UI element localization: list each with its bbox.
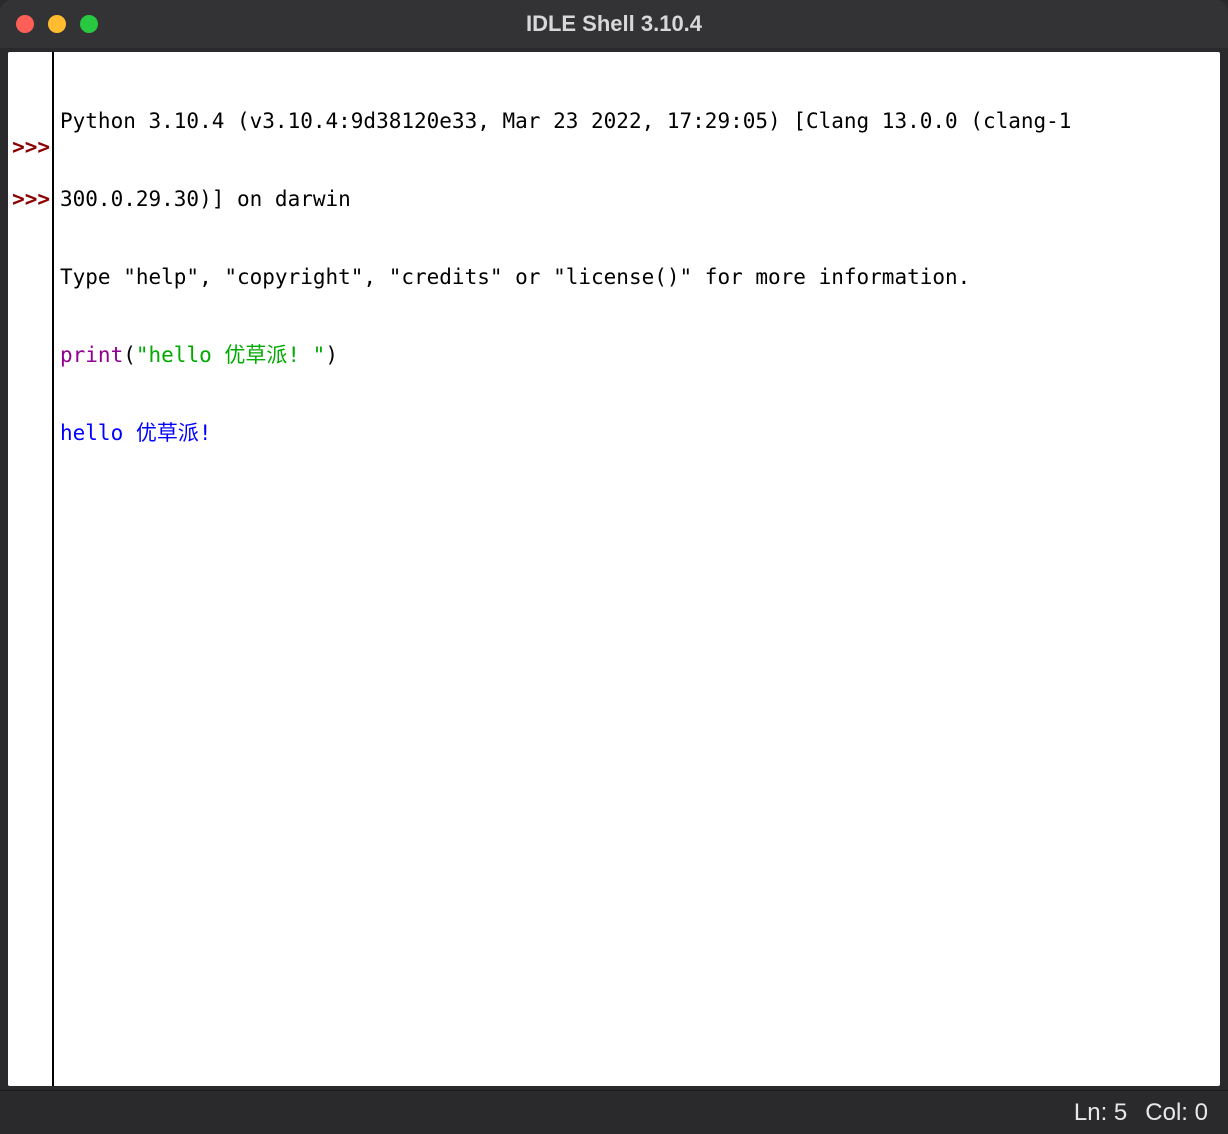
col-value: 0: [1195, 1099, 1208, 1127]
line-value: 5: [1114, 1099, 1127, 1127]
prompt-gutter: >>> >>>: [8, 52, 54, 1086]
idle-shell-window: IDLE Shell 3.10.4 >>> >>> Python 3.10.4 …: [0, 0, 1228, 1134]
prompt-marker: >>>: [8, 134, 50, 160]
output-line: hello 优草派!: [60, 420, 1212, 446]
prompt-marker: >>>: [8, 186, 50, 212]
paren-token: ): [325, 343, 338, 367]
paren-token: (: [123, 343, 136, 367]
shell-editor[interactable]: Python 3.10.4 (v3.10.4:9d38120e33, Mar 2…: [54, 52, 1220, 1086]
banner-line: Type "help", "copyright", "credits" or "…: [60, 264, 1212, 290]
window-title: IDLE Shell 3.10.4: [0, 11, 1228, 37]
line-label: Ln:: [1074, 1099, 1107, 1127]
string-token: "hello 优草派! ": [136, 343, 325, 367]
close-icon[interactable]: [16, 15, 34, 33]
shell-content[interactable]: >>> >>> Python 3.10.4 (v3.10.4:9d38120e3…: [8, 52, 1220, 1086]
output-text: hello 优草派!: [60, 421, 212, 445]
minimize-icon[interactable]: [48, 15, 66, 33]
banner-line: Python 3.10.4 (v3.10.4:9d38120e33, Mar 2…: [60, 108, 1212, 134]
input-line[interactable]: print("hello 优草派! "): [60, 342, 1212, 368]
col-label: Col:: [1145, 1099, 1188, 1127]
titlebar[interactable]: IDLE Shell 3.10.4: [0, 0, 1228, 48]
banner-line: 300.0.29.30)] on darwin: [60, 186, 1212, 212]
traffic-lights: [16, 15, 98, 33]
statusbar: Ln: 5 Col: 0: [0, 1090, 1228, 1134]
maximize-icon[interactable]: [80, 15, 98, 33]
builtin-token: print: [60, 343, 123, 367]
